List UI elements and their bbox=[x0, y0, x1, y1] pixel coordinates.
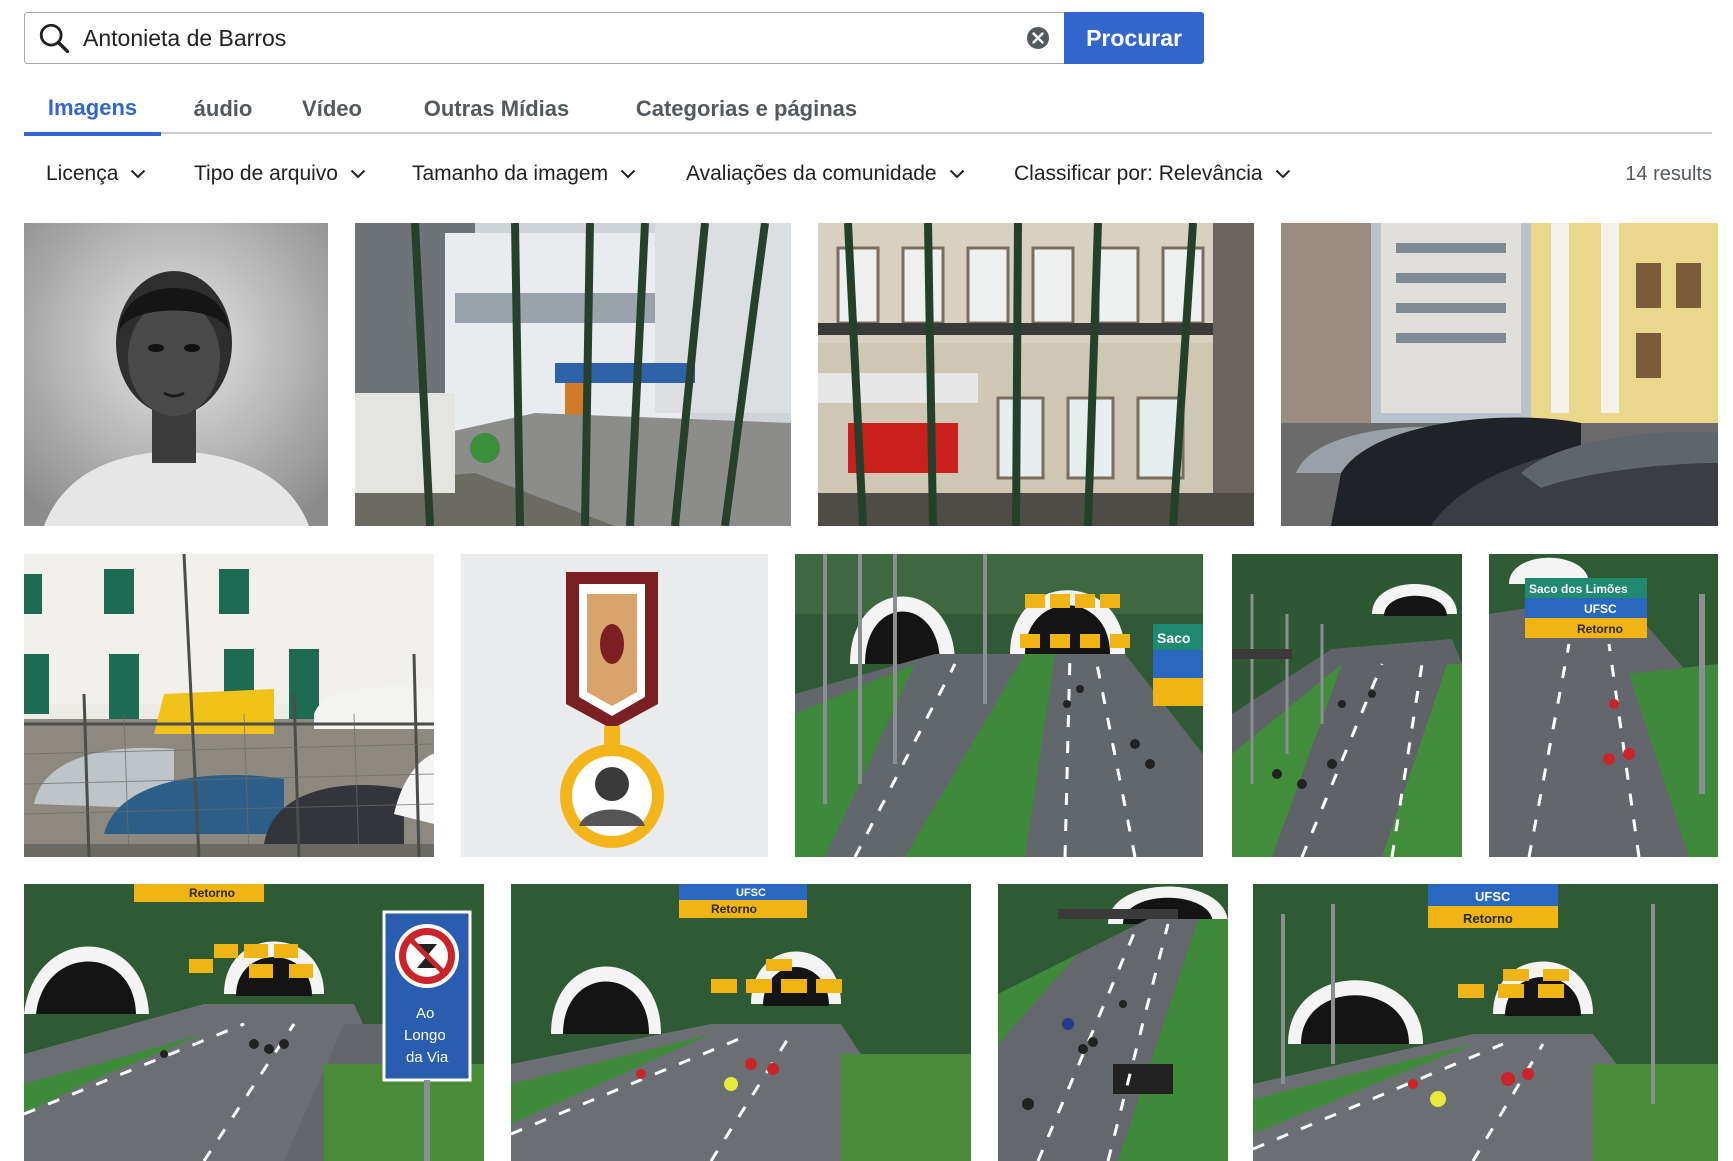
result-count: 14 results bbox=[1625, 162, 1712, 185]
street-image bbox=[355, 223, 791, 526]
search-input[interactable] bbox=[83, 14, 1012, 62]
sign-text: Longo bbox=[404, 1027, 446, 1044]
image-thumbnail[interactable]: UFSC Retorno bbox=[511, 884, 971, 1161]
image-thumbnail[interactable] bbox=[998, 884, 1228, 1161]
sign-text: UFSC bbox=[1584, 602, 1617, 616]
image-thumbnail[interactable]: Saco dos Limões UFSC Retorno bbox=[1489, 554, 1718, 857]
tab-other-media[interactable]: Outras Mídias bbox=[414, 84, 579, 134]
tab-audio[interactable]: áudio bbox=[188, 84, 258, 134]
sign-text: Retorno bbox=[1463, 911, 1513, 926]
search-bar: Procurar bbox=[24, 12, 1204, 64]
tab-images[interactable]: Imagens bbox=[24, 84, 161, 136]
building-image bbox=[818, 223, 1254, 526]
filter-label: Licença bbox=[46, 162, 119, 185]
filter-license[interactable]: Licença bbox=[46, 154, 146, 194]
sign-text: Saco dos Limões bbox=[1529, 582, 1628, 596]
road-cyclists-image bbox=[998, 884, 1228, 1161]
road-signs-image: Saco dos Limões UFSC Retorno bbox=[1489, 554, 1718, 857]
filter-sort[interactable]: Classificar por: Relevância bbox=[1014, 154, 1291, 194]
filter-label: Avaliações da comunidade bbox=[686, 162, 937, 185]
tunnel-sign-image: Retorno Ao Longo da Via bbox=[24, 884, 484, 1161]
filter-label: Tamanho da imagem bbox=[412, 162, 609, 185]
filter-image-size[interactable]: Tamanho da imagem bbox=[412, 154, 636, 194]
chevron-down-icon bbox=[130, 169, 146, 179]
image-thumbnail[interactable] bbox=[24, 554, 434, 857]
sign-text: Retorno bbox=[1577, 622, 1623, 636]
chevron-down-icon bbox=[620, 169, 636, 179]
cars-fence-image bbox=[24, 554, 434, 857]
sign-text: Ao bbox=[416, 1005, 434, 1022]
tunnel-road-image: UFSC Retorno bbox=[511, 884, 971, 1161]
image-thumbnail[interactable] bbox=[461, 554, 768, 857]
chevron-down-icon bbox=[949, 169, 965, 179]
media-tabs: Imagens áudio Vídeo Outras Mídias Catego… bbox=[24, 84, 1712, 136]
image-thumbnail[interactable] bbox=[1281, 223, 1718, 526]
medal-image bbox=[461, 554, 768, 857]
filter-label: Tipo de arquivo bbox=[194, 162, 338, 185]
sign-text: Retorno bbox=[711, 902, 757, 916]
portrait-image bbox=[24, 223, 328, 526]
filter-community-ratings[interactable]: Avaliações da comunidade bbox=[686, 154, 965, 194]
chevron-down-icon bbox=[1275, 169, 1291, 179]
sign-text: Retorno bbox=[189, 886, 235, 900]
image-thumbnail[interactable] bbox=[1232, 554, 1462, 857]
tunnel-road-image: UFSC Retorno bbox=[1253, 884, 1718, 1161]
chevron-down-icon bbox=[350, 169, 366, 179]
search-box[interactable] bbox=[24, 12, 1064, 64]
search-icon bbox=[25, 12, 83, 64]
image-thumbnail[interactable]: Retorno Ao Longo da Via bbox=[24, 884, 484, 1161]
sign-text: UFSC bbox=[736, 887, 766, 899]
search-button[interactable]: Procurar bbox=[1064, 12, 1204, 64]
image-thumbnail[interactable] bbox=[355, 223, 791, 526]
tunnel-road-image: Saco bbox=[795, 554, 1203, 857]
sign-text: Saco bbox=[1157, 630, 1190, 646]
tab-video[interactable]: Vídeo bbox=[296, 84, 368, 134]
clear-icon[interactable] bbox=[1012, 12, 1064, 64]
sign-text: da Via bbox=[406, 1049, 449, 1066]
tunnel-road-image bbox=[1232, 554, 1462, 857]
sign-text: UFSC bbox=[1475, 889, 1511, 904]
filter-bar: Licença Tipo de arquivo Tamanho da image… bbox=[24, 154, 1712, 194]
tab-categories-pages[interactable]: Categorias e páginas bbox=[624, 84, 869, 134]
image-thumbnail[interactable]: Saco bbox=[795, 554, 1203, 857]
image-thumbnail[interactable] bbox=[24, 223, 328, 526]
image-thumbnail[interactable] bbox=[818, 223, 1254, 526]
filter-file-type[interactable]: Tipo de arquivo bbox=[194, 154, 366, 194]
cars-buildings-image bbox=[1281, 223, 1718, 526]
image-thumbnail[interactable]: UFSC Retorno bbox=[1253, 884, 1718, 1161]
filter-label: Classificar por: Relevância bbox=[1014, 162, 1263, 185]
